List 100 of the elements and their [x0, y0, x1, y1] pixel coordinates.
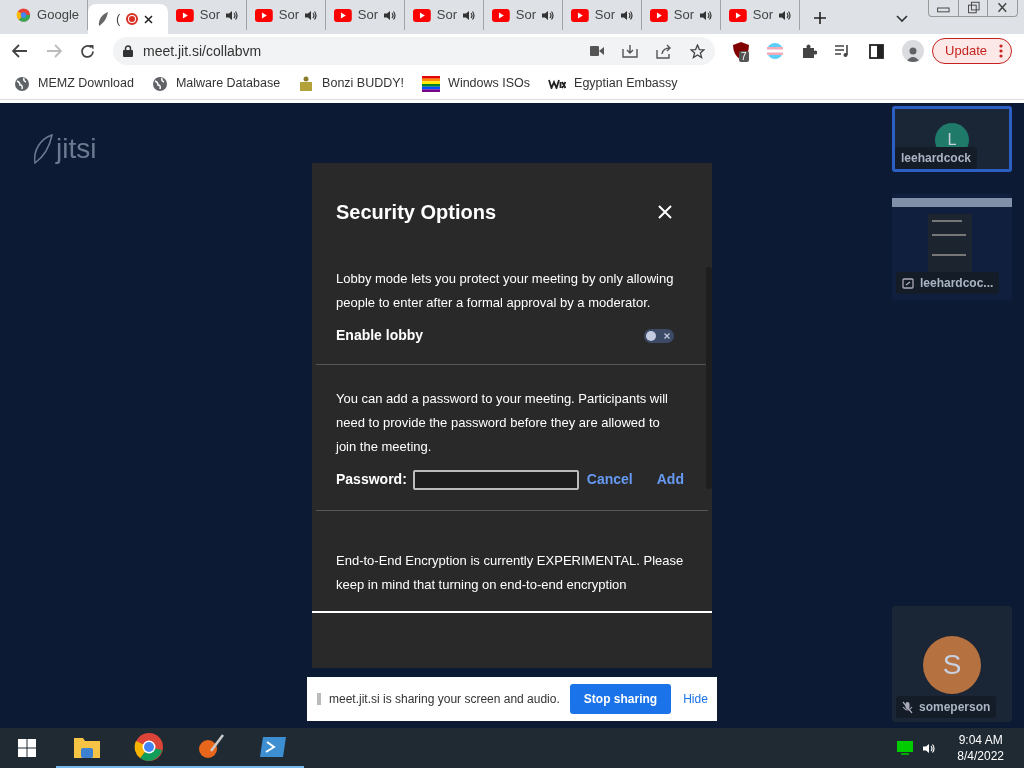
- cancel-link[interactable]: Cancel: [586, 469, 633, 490]
- avatar-initial: L: [947, 130, 957, 150]
- password-description: You can add a password to your meeting. Participants will need to provide the password before they are allowed to join the meeting.: [336, 390, 669, 456]
- monitor-icon[interactable]: [897, 741, 914, 755]
- participant-name: leehardcoc...: [920, 275, 994, 292]
- wix-logo-icon: [548, 78, 567, 89]
- browser-tab[interactable]: Sor: [721, 0, 800, 30]
- speaker-icon: [923, 742, 936, 754]
- close-icon[interactable]: [144, 14, 154, 24]
- cross-icon: [664, 332, 670, 339]
- play-icon: [729, 8, 747, 22]
- back-arrow-icon[interactable]: [12, 44, 28, 58]
- rainbow-flag-icon: [422, 75, 441, 92]
- browser-tab[interactable]: Sor: [563, 0, 642, 30]
- browser-tab[interactable]: Sor: [642, 0, 721, 30]
- people-icon: [298, 75, 315, 92]
- avatar-initial: S: [942, 648, 962, 682]
- muted-microphone-icon: [902, 700, 913, 714]
- url-text: meet.jit.si/collabvm: [143, 41, 262, 61]
- browser-tab[interactable]: Sor: [484, 0, 563, 30]
- window-controls[interactable]: [928, 0, 1018, 17]
- speaker-icon: [463, 9, 475, 21]
- play-icon: [255, 8, 273, 22]
- tab-title: Sor: [278, 6, 299, 25]
- windows-start-icon[interactable]: [18, 739, 36, 757]
- update-button[interactable]: Update: [932, 38, 1012, 64]
- logo-text: jitsi: [56, 135, 97, 163]
- install-icon[interactable]: [622, 43, 639, 59]
- play-icon: [492, 8, 510, 22]
- folder-icon[interactable]: [73, 735, 101, 759]
- google-icon: [16, 7, 32, 23]
- participant-tile[interactable]: L leehardcock: [892, 106, 1012, 172]
- tab-title: Sor: [594, 6, 615, 25]
- speaker-icon: [542, 9, 554, 21]
- lobby-description: Lobby mode lets you protect your meeting by only allowing people to enter after a formal approval by a moderator.: [336, 270, 675, 312]
- lock-icon: [123, 45, 133, 57]
- add-link[interactable]: Add: [656, 469, 684, 490]
- participant-tile[interactable]: S someperson: [892, 606, 1012, 722]
- tab-title: Sor: [752, 6, 773, 25]
- address-field[interactable]: meet.jit.si/collabvm: [113, 37, 716, 65]
- tab-title: Google: [37, 6, 79, 25]
- more-icon: [999, 44, 1003, 58]
- extension-badge: 7: [739, 51, 749, 62]
- camera-icon[interactable]: [590, 46, 605, 56]
- speaker-icon: [384, 9, 396, 21]
- sharing-text: meet.jit.si is sharing your screen and audio.: [329, 691, 560, 708]
- dialog-title: Security Options: [336, 200, 497, 225]
- stop-sharing-button[interactable]: Stop sharing: [569, 684, 672, 714]
- speaker-icon: [700, 9, 712, 21]
- browser-tab[interactable]: Sor: [247, 0, 326, 30]
- lobby-toggle[interactable]: [644, 328, 674, 343]
- browser-tab[interactable]: Sor: [326, 0, 405, 30]
- participant-name: leehardcock: [901, 150, 972, 167]
- share-icon[interactable]: [656, 43, 673, 59]
- browser-tab[interactable]: Google: [8, 0, 88, 30]
- bookmark[interactable]: Egyptian Embassy: [548, 74, 678, 93]
- puzzle-icon[interactable]: [801, 43, 818, 59]
- drag-handle-icon[interactable]: [317, 693, 321, 705]
- feather-logo-icon: [32, 133, 54, 165]
- star-icon[interactable]: [690, 43, 706, 59]
- password-label: Password:: [336, 470, 407, 489]
- browser-tab[interactable]: Sor: [168, 0, 247, 30]
- encryption-description: End-to-End Encryption is currently EXPERIMENTAL. Please keep in mind that turning on end-to-end encryption: [336, 552, 685, 594]
- tab-title: Sor: [673, 6, 694, 25]
- lobby-label: Enable lobby: [336, 326, 424, 345]
- paint-brush-icon[interactable]: [197, 733, 225, 761]
- terminal-icon[interactable]: [259, 735, 287, 759]
- password-field[interactable]: [412, 469, 579, 490]
- plus-icon[interactable]: [814, 12, 826, 24]
- play-icon: [334, 8, 352, 22]
- tab-title: Sor: [515, 6, 536, 25]
- play-icon: [413, 8, 431, 22]
- chevron-down-icon[interactable]: [896, 15, 908, 23]
- profile-avatar[interactable]: [902, 40, 925, 62]
- speaker-icon: [305, 9, 317, 21]
- speaker-icon: [621, 9, 633, 21]
- feather-icon: [96, 11, 110, 27]
- participant-name: someperson: [919, 699, 991, 716]
- tab-title: Sor: [199, 6, 220, 25]
- browser-tab[interactable]: (: [88, 4, 168, 34]
- participant-tile[interactable]: leehardcoc...: [892, 194, 1012, 300]
- bookmark[interactable]: Bonzi BUDDY!: [298, 74, 405, 93]
- play-icon: [571, 8, 589, 22]
- browser-tab[interactable]: Sor: [405, 0, 484, 30]
- bookmark[interactable]: Malware Database: [151, 74, 281, 93]
- play-icon: [176, 8, 194, 22]
- scrollbar-thumb[interactable]: [706, 267, 712, 489]
- side-panel-icon[interactable]: [869, 43, 885, 59]
- tab-title: Sor: [357, 6, 378, 25]
- chrome-icon[interactable]: [134, 732, 164, 762]
- bookmark[interactable]: Windows ISOs: [422, 74, 531, 93]
- speaker-icon: [779, 9, 791, 21]
- bookmark[interactable]: MEMZ Download: [14, 74, 134, 93]
- reload-icon[interactable]: [80, 43, 95, 59]
- tab-title: (: [116, 10, 121, 29]
- recording-icon: [126, 13, 139, 25]
- screen-share-icon: [902, 277, 914, 289]
- play-icon: [650, 8, 668, 22]
- globe-icon: [151, 75, 168, 92]
- hide-link[interactable]: Hide: [683, 690, 708, 708]
